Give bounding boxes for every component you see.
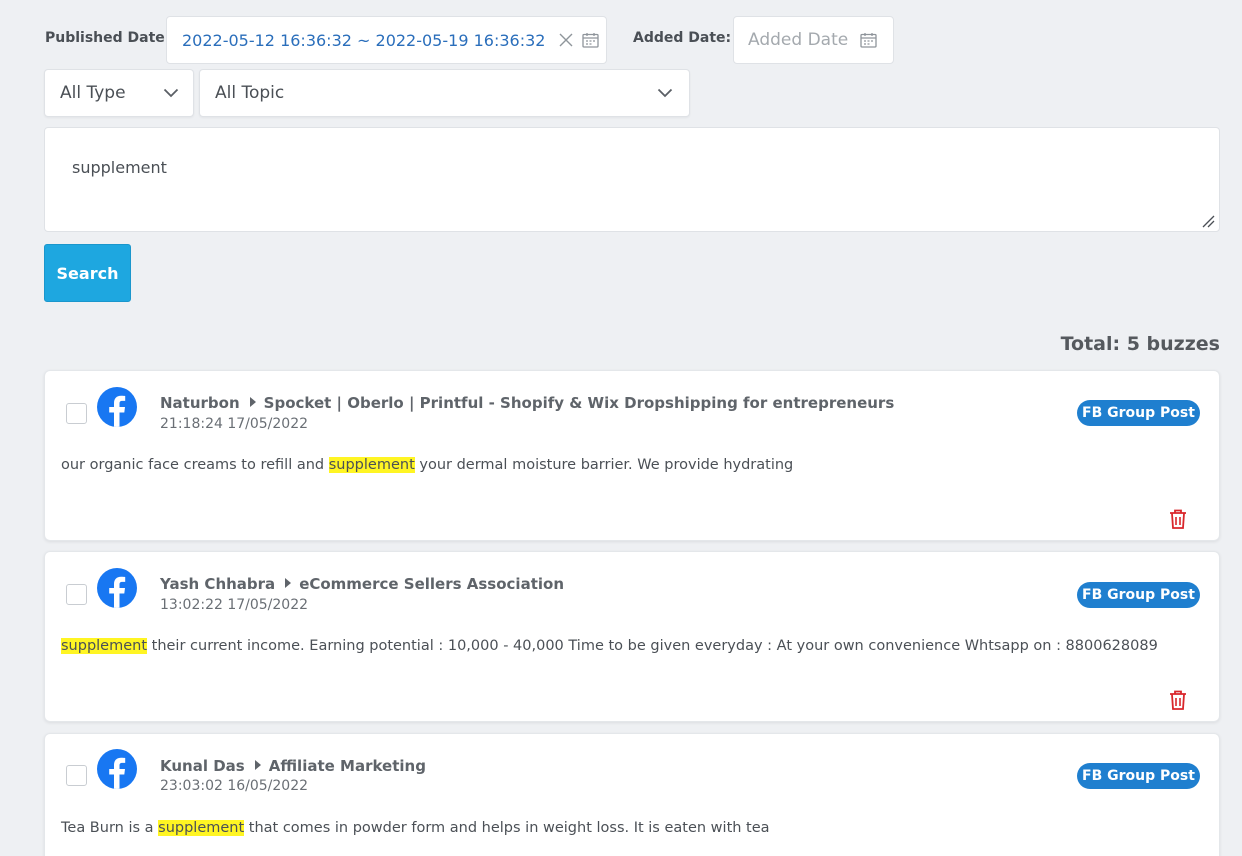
post-select-checkbox[interactable] bbox=[66, 584, 87, 605]
results-total: Total: 5 buzzes bbox=[1060, 333, 1220, 355]
post-type-badge: FB Group Post bbox=[1077, 763, 1200, 789]
post-card: Yash Chhabra eCommerce Sellers Associati… bbox=[44, 551, 1220, 722]
facebook-icon bbox=[97, 749, 137, 789]
calendar-icon bbox=[582, 32, 600, 48]
close-icon[interactable] bbox=[559, 33, 573, 47]
post-type-badge: FB Group Post bbox=[1077, 400, 1200, 426]
resize-handle-icon[interactable] bbox=[1201, 214, 1215, 228]
keyword-highlight: supplement bbox=[158, 820, 245, 836]
post-source: Kunal Das Affiliate Marketing bbox=[160, 757, 426, 775]
post-source: Naturbon Spocket | Oberlo | Printful - S… bbox=[160, 394, 894, 412]
published-date-range: 2022-05-12 16:36:32 ~ 2022-05-19 16:36:3… bbox=[182, 30, 546, 50]
post-excerpt: supplement their current income. Earning… bbox=[61, 638, 1158, 654]
post-time: 23:03:02 16/05/2022 bbox=[160, 778, 309, 794]
topic-select[interactable]: All Topic bbox=[199, 69, 690, 117]
caret-right-icon bbox=[285, 578, 292, 588]
post-group[interactable]: Affiliate Marketing bbox=[269, 757, 426, 775]
facebook-icon bbox=[97, 387, 137, 427]
post-select-checkbox[interactable] bbox=[66, 403, 87, 424]
trash-icon[interactable] bbox=[1169, 690, 1187, 710]
keyword-highlight: supplement bbox=[328, 457, 415, 473]
post-excerpt: our organic face creams to refill and su… bbox=[61, 457, 794, 473]
chevron-down-icon bbox=[657, 88, 673, 98]
calendar-icon bbox=[860, 32, 877, 48]
post-author[interactable]: Naturbon bbox=[160, 394, 240, 412]
post-author[interactable]: Kunal Das bbox=[160, 757, 245, 775]
type-select-value: All Type bbox=[60, 83, 126, 103]
chevron-down-icon bbox=[163, 88, 179, 98]
post-time: 21:18:24 17/05/2022 bbox=[160, 416, 309, 432]
post-group[interactable]: Spocket | Oberlo | Printful - Shopify & … bbox=[264, 394, 895, 412]
search-button-label: Search bbox=[56, 263, 119, 283]
added-date-placeholder: Added Date bbox=[748, 30, 849, 50]
trash-icon[interactable] bbox=[1169, 509, 1187, 529]
caret-right-icon bbox=[254, 760, 261, 770]
post-select-checkbox[interactable] bbox=[66, 765, 87, 786]
search-query-textarea[interactable]: supplement bbox=[44, 127, 1220, 232]
caret-right-icon bbox=[249, 397, 256, 407]
post-time: 13:02:22 17/05/2022 bbox=[160, 597, 309, 613]
published-date-label: Published Date: bbox=[45, 30, 171, 46]
post-type-badge: FB Group Post bbox=[1077, 582, 1200, 608]
topic-select-value: All Topic bbox=[215, 83, 285, 103]
search-button[interactable]: Search bbox=[44, 244, 131, 302]
post-card: Kunal Das Affiliate Marketing 23:03:02 1… bbox=[44, 733, 1220, 856]
added-date-label: Added Date: bbox=[633, 30, 732, 46]
facebook-icon bbox=[97, 568, 137, 608]
post-source: Yash Chhabra eCommerce Sellers Associati… bbox=[160, 575, 564, 593]
type-select[interactable]: All Type bbox=[44, 69, 194, 117]
post-group[interactable]: eCommerce Sellers Association bbox=[299, 575, 564, 593]
search-query-text: supplement bbox=[72, 158, 167, 177]
post-author[interactable]: Yash Chhabra bbox=[160, 575, 275, 593]
published-date-picker[interactable]: 2022-05-12 16:36:32 ~ 2022-05-19 16:36:3… bbox=[166, 16, 607, 64]
post-excerpt: Tea Burn is a supplement that comes in p… bbox=[61, 820, 770, 836]
keyword-highlight: supplement bbox=[61, 638, 148, 654]
added-date-picker[interactable]: Added Date bbox=[733, 16, 894, 64]
post-card: Naturbon Spocket | Oberlo | Printful - S… bbox=[44, 370, 1220, 541]
